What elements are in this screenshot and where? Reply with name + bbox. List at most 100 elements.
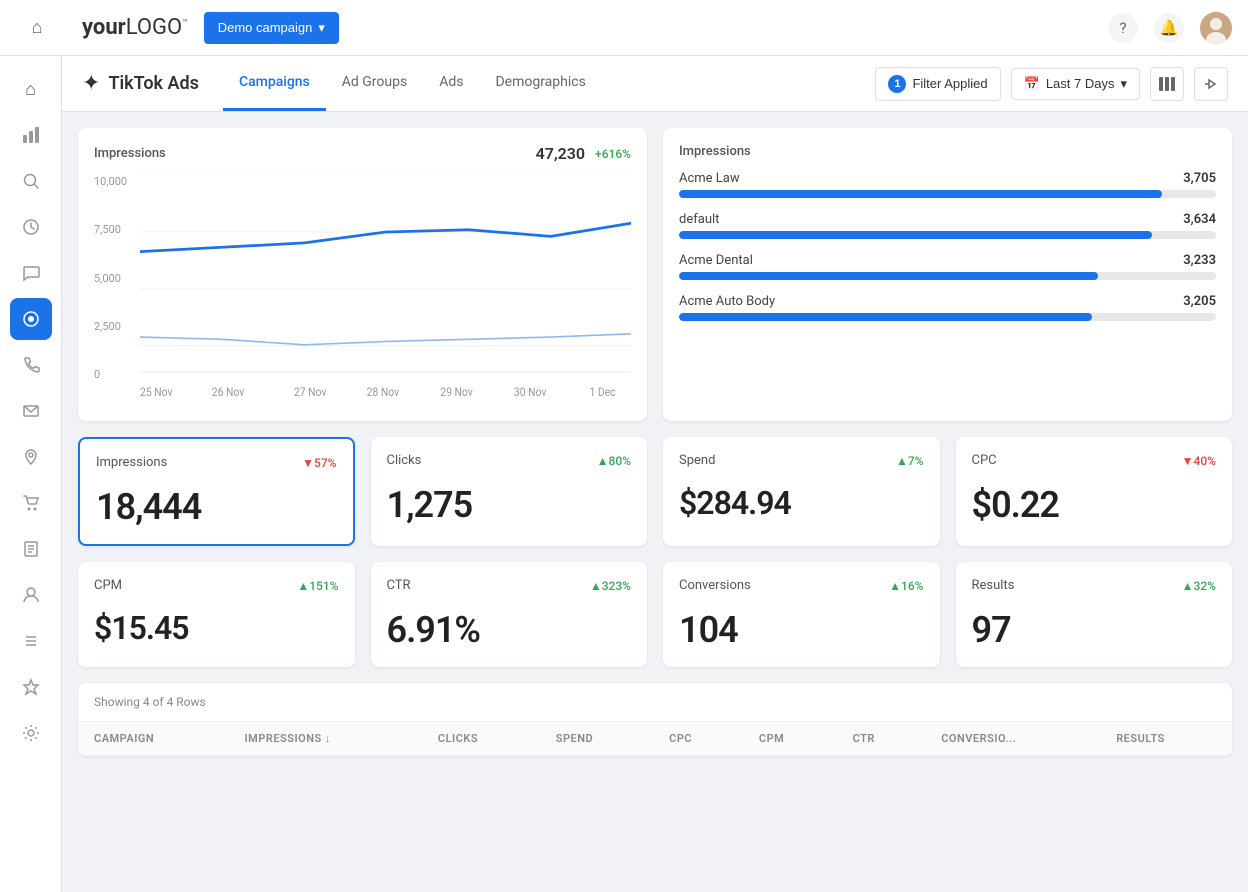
nav-tabs: Campaigns Ad Groups Ads Demographics bbox=[223, 56, 602, 111]
logo: yourLOGO™ bbox=[82, 15, 188, 40]
sidebar-item-chat[interactable] bbox=[10, 252, 52, 294]
chart-value-group: 47,230 +616% bbox=[536, 144, 631, 163]
bar-row-0: Acme Law 3,705 bbox=[679, 171, 1216, 186]
svg-text:30 Nov: 30 Nov bbox=[514, 386, 547, 400]
filter-button[interactable]: 1 Filter Applied bbox=[875, 67, 1000, 101]
sidebar-item-location[interactable] bbox=[10, 436, 52, 478]
sidebar-item-phone[interactable] bbox=[10, 344, 52, 386]
sidebar-item-plugin[interactable] bbox=[10, 666, 52, 708]
metric-card-header-ctr: CTR ▲323% bbox=[387, 578, 632, 593]
sidebar-item-home[interactable]: ⌂ bbox=[10, 68, 52, 110]
col-conversions[interactable]: CONVERSIO... bbox=[925, 722, 1100, 756]
sidebar-item-list[interactable] bbox=[10, 620, 52, 662]
data-table: CAMPAIGN IMPRESSIONS ↓ CLICKS SPEND CPC … bbox=[78, 722, 1232, 756]
sidebar-item-analytics[interactable] bbox=[10, 114, 52, 156]
impressions-line-chart-card: Impressions 47,230 +616% 10,000 7,500 5,… bbox=[78, 128, 647, 421]
sidebar-item-mail[interactable] bbox=[10, 390, 52, 432]
col-cpc[interactable]: CPC bbox=[653, 722, 743, 756]
line-chart-container: 10,000 7,500 5,000 2,500 0 bbox=[94, 175, 631, 405]
bar-item-3: Acme Auto Body 3,205 bbox=[679, 294, 1216, 321]
bell-icon[interactable]: 🔔 bbox=[1154, 13, 1184, 43]
col-impressions[interactable]: IMPRESSIONS ↓ bbox=[228, 722, 421, 756]
sidebar: ⌂ bbox=[0, 56, 62, 892]
bar-chart-header: Impressions bbox=[679, 144, 1216, 159]
col-cpm[interactable]: CPM bbox=[743, 722, 837, 756]
avatar[interactable] bbox=[1200, 12, 1232, 44]
demo-campaign-button[interactable]: Demo campaign ▾ bbox=[204, 12, 339, 44]
metric-card-header-results: Results ▲32% bbox=[972, 578, 1217, 593]
bar-track-0 bbox=[679, 190, 1216, 198]
metric-card-results[interactable]: Results ▲32% 97 bbox=[956, 562, 1233, 667]
metric-card-impressions[interactable]: Impressions ▼57% 18,444 bbox=[78, 437, 355, 546]
chart-header: Impressions 47,230 +616% bbox=[94, 144, 631, 163]
bar-item-1: default 3,634 bbox=[679, 212, 1216, 239]
svg-text:27 Nov: 27 Nov bbox=[294, 386, 327, 400]
sub-header: ✦ TikTok Ads Campaigns Ad Groups Ads Dem… bbox=[62, 56, 1248, 112]
tab-campaigns[interactable]: Campaigns bbox=[223, 56, 326, 111]
columns-button[interactable] bbox=[1150, 67, 1184, 101]
metric-card-conversions[interactable]: Conversions ▲16% 104 bbox=[663, 562, 940, 667]
calendar-icon: 📅 bbox=[1024, 76, 1040, 92]
metric-card-header-cpm: CPM ▲151% bbox=[94, 578, 339, 593]
charts-row: Impressions 47,230 +616% 10,000 7,500 5,… bbox=[78, 128, 1232, 421]
chart-title: Impressions bbox=[94, 146, 166, 161]
tab-ad-groups[interactable]: Ad Groups bbox=[326, 56, 423, 111]
bar-track-2 bbox=[679, 272, 1216, 280]
metric-card-ctr[interactable]: CTR ▲323% 6.91% bbox=[371, 562, 648, 667]
svg-text:28 Nov: 28 Nov bbox=[367, 386, 400, 400]
col-ctr[interactable]: CTR bbox=[837, 722, 926, 756]
share-button[interactable] bbox=[1194, 67, 1228, 101]
bar-fill-1 bbox=[679, 231, 1152, 239]
metric-value-cpm: $15.45 bbox=[94, 609, 339, 647]
bar-chart-title: Impressions bbox=[679, 144, 751, 159]
metric-card-header-0: Impressions ▼57% bbox=[96, 455, 337, 470]
tab-ads[interactable]: Ads bbox=[423, 56, 479, 111]
tiktok-logo-icon: ✦ bbox=[82, 71, 100, 96]
bar-track-3 bbox=[679, 313, 1216, 321]
col-campaign[interactable]: CAMPAIGN bbox=[78, 722, 228, 756]
metric-card-cpm[interactable]: CPM ▲151% $15.45 bbox=[78, 562, 355, 667]
data-table-card: Showing 4 of 4 Rows CAMPAIGN IMPRESSIONS… bbox=[78, 683, 1232, 756]
metric-card-header-conversions: Conversions ▲16% bbox=[679, 578, 924, 593]
top-nav: ⌂ yourLOGO™ Demo campaign ▾ ? 🔔 bbox=[0, 0, 1248, 56]
home-nav-icon[interactable]: ⌂ bbox=[16, 7, 58, 49]
bar-fill-3 bbox=[679, 313, 1092, 321]
columns-icon bbox=[1159, 77, 1175, 91]
bar-fill-2 bbox=[679, 272, 1098, 280]
help-icon[interactable]: ? bbox=[1108, 13, 1138, 43]
metric-card-header-1: Clicks ▲80% bbox=[387, 453, 632, 468]
date-range-button[interactable]: 📅 Last 7 Days ▾ bbox=[1011, 68, 1140, 100]
col-clicks[interactable]: CLICKS bbox=[422, 722, 540, 756]
bar-chart-items: Acme Law 3,705 default 3,634 bbox=[679, 171, 1216, 321]
sidebar-item-cart[interactable] bbox=[10, 482, 52, 524]
metric-card-cpc[interactable]: CPC ▼40% $0.22 bbox=[956, 437, 1233, 546]
svg-text:25 Nov: 25 Nov bbox=[140, 386, 173, 400]
sidebar-item-active[interactable] bbox=[10, 298, 52, 340]
bar-fill-0 bbox=[679, 190, 1162, 198]
bar-row-2: Acme Dental 3,233 bbox=[679, 253, 1216, 268]
y-axis-labels: 10,000 7,500 5,000 2,500 0 bbox=[94, 175, 140, 405]
sidebar-item-settings[interactable] bbox=[10, 712, 52, 754]
metric-card-spend[interactable]: Spend ▲7% $284.94 bbox=[663, 437, 940, 546]
metrics-row-2: CPM ▲151% $15.45 CTR ▲323% 6.91% Convers… bbox=[78, 562, 1232, 667]
sidebar-item-reports[interactable] bbox=[10, 528, 52, 570]
metric-value-impressions: 18,444 bbox=[96, 486, 337, 528]
bar-row-3: Acme Auto Body 3,205 bbox=[679, 294, 1216, 309]
page-title: TikTok Ads bbox=[108, 73, 199, 94]
sidebar-item-time[interactable] bbox=[10, 206, 52, 248]
tab-demographics[interactable]: Demographics bbox=[479, 56, 601, 111]
chart-svg-container: 25 Nov 26 Nov 27 Nov 28 Nov 29 Nov 30 No… bbox=[140, 175, 631, 405]
sidebar-item-search[interactable] bbox=[10, 160, 52, 202]
main-content: ✦ TikTok Ads Campaigns Ad Groups Ads Dem… bbox=[62, 56, 1248, 772]
metric-value-results: 97 bbox=[972, 609, 1217, 651]
col-spend[interactable]: SPEND bbox=[540, 722, 653, 756]
sidebar-item-user[interactable] bbox=[10, 574, 52, 616]
metric-value-cpc: $0.22 bbox=[972, 484, 1217, 526]
col-results[interactable]: RESULTS bbox=[1100, 722, 1232, 756]
metric-value-spend: $284.94 bbox=[679, 484, 924, 522]
metric-card-clicks[interactable]: Clicks ▲80% 1,275 bbox=[371, 437, 648, 546]
share-icon bbox=[1203, 76, 1219, 92]
svg-text:1 Dec: 1 Dec bbox=[589, 386, 615, 400]
bar-item-2: Acme Dental 3,233 bbox=[679, 253, 1216, 280]
metric-card-header-2: Spend ▲7% bbox=[679, 453, 924, 468]
